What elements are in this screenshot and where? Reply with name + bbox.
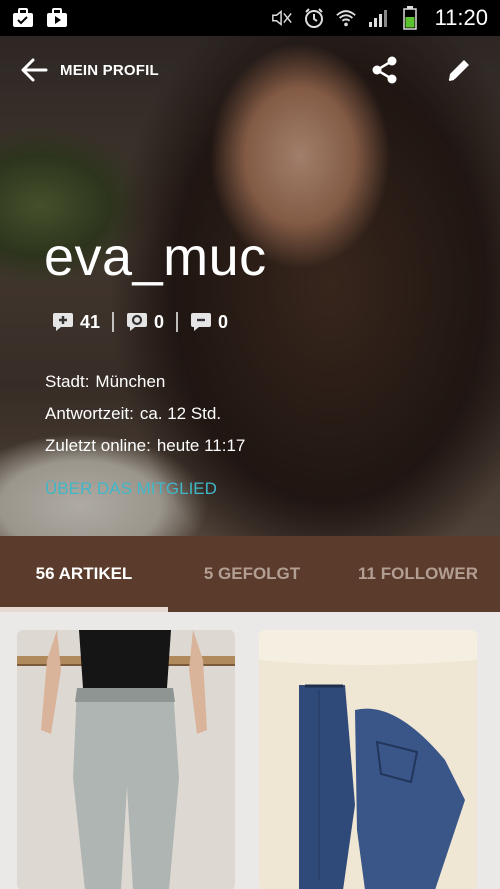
response-time-row: Antwortzeit: ca. 12 Std. (45, 398, 245, 430)
back-button[interactable] (18, 54, 50, 86)
top-app-bar: MEIN PROFIL (0, 50, 500, 90)
article-photo (17, 630, 235, 889)
city-label: Stadt: (45, 372, 90, 391)
stat-divider (176, 312, 179, 332)
wifi-icon (335, 7, 357, 29)
profile-header: MEIN PROFIL eva_muc 41 0 0 Stadt: Münche… (0, 36, 500, 536)
play-store-icon (46, 7, 68, 29)
share-icon (372, 56, 397, 84)
status-left (12, 7, 68, 29)
response-time-label: Antwortzeit: (45, 404, 134, 423)
neutral-count: 0 (154, 311, 165, 332)
about-member-link[interactable]: ÜBER DAS MITGLIED (45, 479, 217, 499)
topbar-actions (370, 55, 474, 85)
arrow-left-icon (21, 58, 48, 82)
response-time-value: ca. 12 Std. (139, 404, 222, 423)
share-button[interactable] (370, 55, 400, 85)
comment-circle-icon (127, 313, 148, 331)
edit-button[interactable] (444, 55, 474, 85)
rating-stats: 41 0 0 (52, 311, 228, 333)
status-right: 11:20 (271, 5, 488, 31)
negative-ratings: 0 (190, 311, 228, 333)
stat-divider (112, 312, 115, 332)
article-grid (0, 612, 500, 889)
city-row: Stadt: München (45, 366, 245, 398)
username: eva_muc (44, 227, 267, 287)
negative-count: 0 (218, 311, 229, 332)
signal-icon (367, 7, 389, 29)
article-card[interactable] (17, 630, 235, 889)
article-photo (259, 630, 477, 889)
status-time: 11:20 (434, 5, 488, 30)
comment-minus-icon (191, 313, 212, 331)
tab-articles[interactable]: 56 ARTIKEL (0, 536, 168, 612)
profile-tabs: 56 ARTIKEL 5 GEFOLGT 11 FOLLOWER (0, 536, 500, 612)
mute-icon (271, 7, 293, 29)
city-value: München (95, 372, 166, 391)
positive-count: 41 (80, 311, 101, 332)
comment-plus-icon (53, 313, 73, 331)
battery-icon (399, 6, 421, 30)
neutral-ratings: 0 (126, 311, 164, 333)
tab-followers[interactable]: 11 FOLLOWER (336, 536, 500, 612)
status-bar: 11:20 (0, 0, 500, 36)
page-title: MEIN PROFIL (60, 61, 159, 79)
positive-ratings: 41 (52, 311, 100, 333)
last-online-row: Zuletzt online: heute 11:17 (45, 430, 245, 462)
briefcase-check-icon (12, 7, 34, 29)
profile-info: Stadt: München Antwortzeit: ca. 12 Std. … (45, 366, 245, 462)
last-online-label: Zuletzt online: (45, 436, 151, 455)
article-card[interactable] (259, 630, 477, 889)
alarm-icon (303, 7, 325, 29)
last-online-value: heute 11:17 (156, 436, 246, 455)
pencil-icon (448, 60, 469, 81)
tab-following[interactable]: 5 GEFOLGT (168, 536, 336, 612)
